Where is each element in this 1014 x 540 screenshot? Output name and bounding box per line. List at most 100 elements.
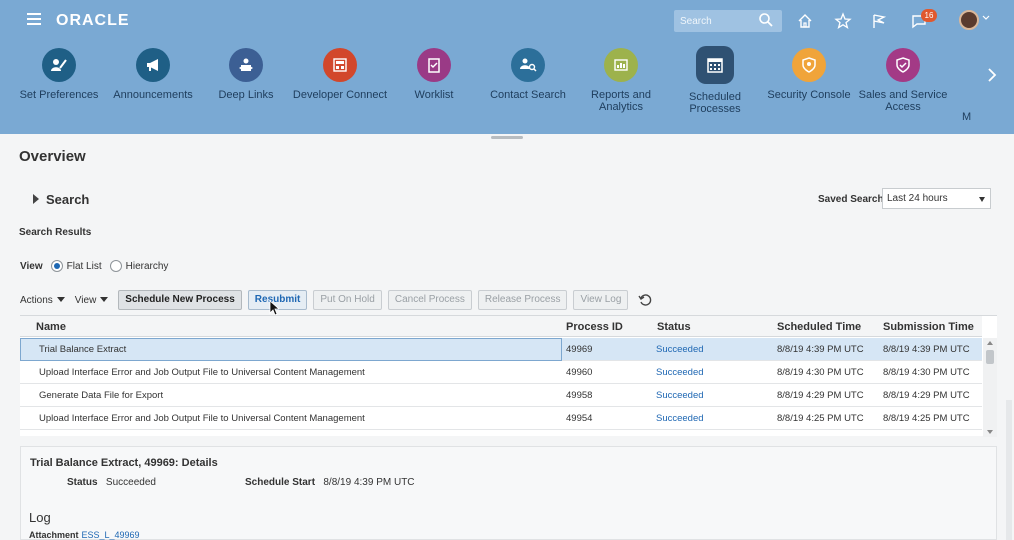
search-icon[interactable] — [758, 12, 774, 28]
process-status: Succeeded — [656, 413, 704, 424]
view-log-button[interactable]: View Log — [573, 290, 629, 310]
app-sales-service-access[interactable]: Sales and Service Access — [854, 48, 952, 113]
developer-connect-icon — [323, 48, 357, 82]
view-menu-label: View — [74, 294, 97, 306]
table-row[interactable]: Generate Data File for Export 49958 Succ… — [20, 384, 982, 407]
details-status: Status Succeeded — [67, 477, 156, 488]
app-scheduled-processes[interactable]: Scheduled Processes — [666, 46, 764, 115]
chevron-down-icon — [56, 297, 65, 303]
process-name: Upload Interface Error and Job Output Fi… — [39, 413, 365, 424]
flat-list-radio[interactable] — [50, 260, 63, 272]
release-process-button[interactable]: Release Process — [477, 290, 568, 310]
worklist-icon — [417, 48, 451, 82]
process-id: 49958 — [566, 390, 593, 401]
put-on-hold-button[interactable]: Put On Hold — [313, 290, 382, 310]
app-label: Worklist — [414, 89, 454, 101]
column-header-name[interactable]: Name — [36, 321, 66, 333]
expand-triangle-icon — [33, 194, 39, 204]
app-security-console[interactable]: Security Console — [760, 48, 858, 101]
shield-check-icon — [886, 48, 920, 82]
app-deep-links[interactable]: Deep Links — [197, 48, 295, 101]
scheduled-time: 8/8/19 4:39 PM UTC — [777, 344, 864, 355]
column-header-process-id[interactable]: Process ID — [566, 321, 623, 333]
table-row[interactable]: Upload Interface Error and Job Output Fi… — [20, 407, 982, 430]
mouse-pointer-icon — [269, 300, 279, 316]
notifications-badge: 16 — [921, 9, 937, 22]
dropdown-caret-icon — [979, 197, 985, 202]
favorites-star-icon[interactable] — [834, 12, 852, 30]
preferences-icon — [42, 48, 76, 82]
table-row[interactable]: Trial Balance Extract 49969 Succeeded 8/… — [20, 338, 982, 361]
column-header-status[interactable]: Status — [657, 321, 691, 333]
app-reports-analytics[interactable]: Reports and Analytics — [572, 48, 670, 113]
hierarchy-label: Hierarchy — [125, 260, 169, 272]
app-set-preferences[interactable]: Set Preferences — [10, 48, 108, 101]
scroll-up-icon[interactable] — [987, 341, 993, 345]
process-id: 49954 — [566, 413, 593, 424]
hierarchy-radio[interactable] — [109, 260, 122, 272]
table-scrollbar[interactable] — [983, 338, 997, 437]
view-mode-label: View — [20, 260, 43, 272]
scroll-down-icon[interactable] — [987, 430, 993, 434]
oracle-logo: ORACLE — [56, 12, 130, 29]
status-label: Status — [67, 477, 98, 488]
table-row[interactable]: Upload Interface Error and Job Output Fi… — [20, 361, 982, 384]
refresh-icon[interactable] — [638, 293, 652, 307]
megaphone-icon — [136, 48, 170, 82]
watchlist-flag-icon[interactable] — [870, 12, 888, 30]
actions-menu[interactable]: Actions — [20, 295, 65, 306]
saved-search-label: Saved Search — [818, 194, 884, 205]
home-icon[interactable] — [796, 12, 814, 30]
calendar-icon — [696, 46, 734, 84]
search-section-toggle[interactable]: Search — [33, 192, 89, 207]
log-section-title: Log — [29, 510, 51, 525]
search-results-title: Search Results — [19, 227, 92, 238]
global-header: ORACLE 16 — [0, 0, 1014, 40]
details-schedule-start: Schedule Start 8/8/19 4:39 PM UTC — [245, 477, 415, 488]
app-developer-connect[interactable]: Developer Connect — [291, 48, 389, 101]
processes-table: Name Process ID Status Scheduled Time Su… — [20, 315, 997, 437]
saved-search-value: Last 24 hours — [887, 193, 948, 204]
shield-icon — [792, 48, 826, 82]
column-header-scheduled-time[interactable]: Scheduled Time — [777, 321, 861, 333]
process-status: Succeeded — [656, 367, 704, 378]
app-label: Developer Connect — [292, 89, 388, 101]
details-title: Trial Balance Extract, 49969: Details — [30, 457, 218, 469]
chevron-down-icon — [100, 297, 109, 303]
app-contact-search[interactable]: Contact Search — [479, 48, 577, 101]
chevron-right-icon[interactable] — [986, 66, 998, 84]
process-status: Succeeded — [656, 390, 704, 401]
app-label: Announcements — [113, 89, 193, 101]
schedule-new-process-button[interactable]: Schedule New Process — [118, 290, 242, 310]
app-label: Contact Search — [490, 89, 566, 101]
process-details-panel: Trial Balance Extract, 49969: Details St… — [20, 446, 997, 540]
springboard-collapse-grip[interactable] — [491, 136, 523, 139]
view-menu[interactable]: View — [75, 295, 109, 306]
chevron-down-icon[interactable] — [982, 14, 990, 22]
process-id: 49969 — [566, 344, 593, 355]
column-header-submission-time[interactable]: Submission Time — [883, 321, 974, 333]
app-worklist[interactable]: Worklist — [385, 48, 483, 101]
process-name: Generate Data File for Export — [39, 390, 164, 401]
flat-list-label: Flat List — [66, 260, 102, 272]
springboard-header: ORACLE 16 Set Preferences Announcements … — [0, 0, 1014, 134]
scheduled-time: 8/8/19 4:30 PM UTC — [777, 367, 864, 378]
contact-search-icon — [511, 48, 545, 82]
schedule-start-label: Schedule Start — [245, 477, 316, 488]
scrollbar-thumb[interactable] — [986, 350, 994, 364]
submission-time: 8/8/19 4:29 PM UTC — [883, 390, 970, 401]
process-status: Succeeded — [656, 344, 704, 355]
app-label-partial: M — [962, 111, 972, 123]
scheduled-time: 8/8/19 4:29 PM UTC — [777, 390, 864, 401]
page-scrollbar[interactable] — [1006, 400, 1012, 540]
attachment-label: Attachment — [29, 530, 79, 540]
user-avatar[interactable] — [959, 10, 979, 30]
app-label: Sales and Service Access — [858, 89, 948, 113]
saved-search-select[interactable]: Last 24 hours — [882, 188, 991, 209]
navigator-menu-icon[interactable] — [27, 13, 41, 25]
attachment-link[interactable]: ESS_L_49969 — [82, 530, 140, 540]
cancel-process-button[interactable]: Cancel Process — [387, 290, 472, 310]
process-id: 49960 — [566, 367, 593, 378]
app-announcements[interactable]: Announcements — [104, 48, 202, 101]
results-toolbar: Actions View Schedule New Process Resubm… — [20, 290, 652, 310]
